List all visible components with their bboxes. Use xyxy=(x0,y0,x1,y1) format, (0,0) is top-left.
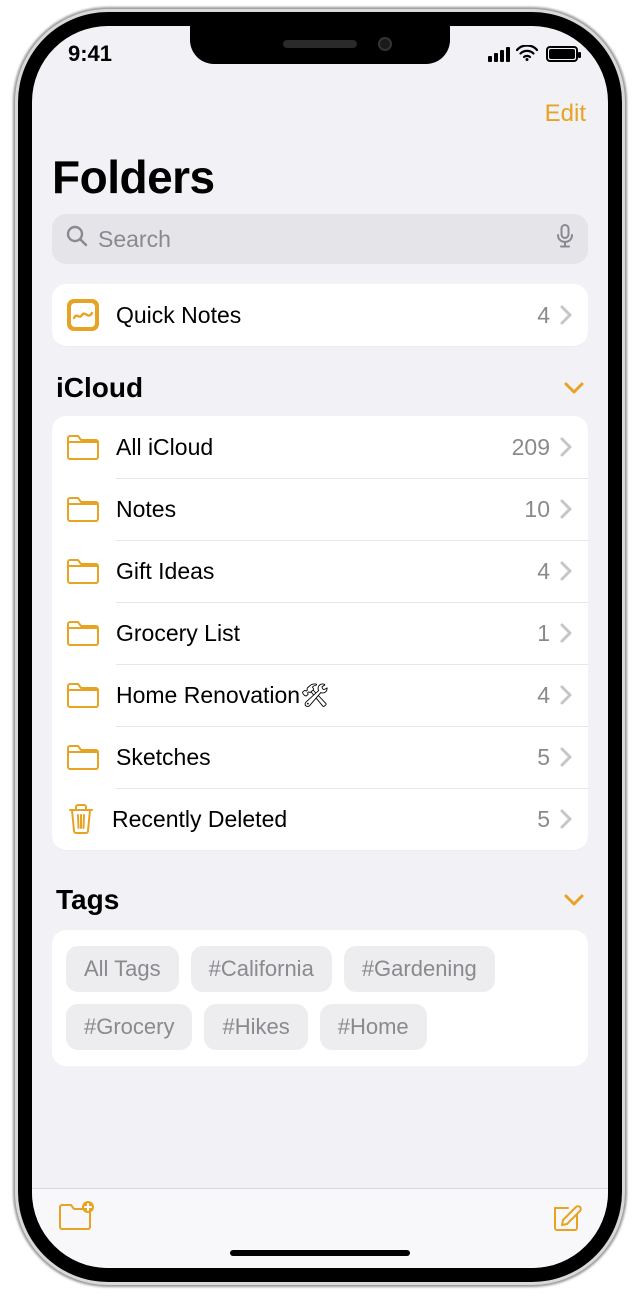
quick-notes-icon xyxy=(66,298,100,332)
compose-button[interactable] xyxy=(550,1201,582,1238)
folder-row[interactable]: Recently Deleted5 xyxy=(52,788,588,850)
chevron-down-icon xyxy=(564,893,584,907)
bottom-toolbar xyxy=(32,1188,608,1268)
chevron-right-icon xyxy=(560,685,572,705)
folder-icon xyxy=(66,433,100,461)
section-header-icloud[interactable]: iCloud xyxy=(52,372,588,404)
battery-icon xyxy=(546,46,578,62)
front-camera xyxy=(378,37,392,51)
quick-notes-label: Quick Notes xyxy=(116,302,537,329)
chevron-right-icon xyxy=(560,623,572,643)
folder-icon xyxy=(66,495,100,523)
tag-chip[interactable]: All Tags xyxy=(66,946,179,992)
quick-notes-count: 4 xyxy=(537,302,550,329)
folder-label: Notes xyxy=(116,496,524,523)
folder-row[interactable]: Grocery List1 xyxy=(52,602,588,664)
folder-row[interactable]: Gift Ideas4 xyxy=(52,540,588,602)
edit-button[interactable]: Edit xyxy=(545,100,586,128)
status-right xyxy=(488,41,578,67)
icloud-folder-list: All iCloud209Notes10Gift Ideas4Grocery L… xyxy=(52,416,588,850)
earpiece-speaker xyxy=(283,40,357,48)
folder-count: 10 xyxy=(524,496,550,523)
status-time: 9:41 xyxy=(68,41,112,67)
folder-label: Home Renovation🛠 xyxy=(116,682,537,709)
tag-chip[interactable]: #Home xyxy=(320,1004,427,1050)
chevron-right-icon xyxy=(560,561,572,581)
device-frame: 9:41 Edit Folders xyxy=(18,12,622,1282)
chevron-right-icon xyxy=(560,437,572,457)
wifi-icon xyxy=(516,41,538,67)
folder-icon xyxy=(66,619,100,647)
folder-label: Sketches xyxy=(116,744,537,771)
screen: 9:41 Edit Folders xyxy=(32,26,608,1268)
tag-chip[interactable]: #Hikes xyxy=(204,1004,307,1050)
page-title: Folders xyxy=(52,150,588,204)
tag-chip[interactable]: #California xyxy=(191,946,332,992)
home-indicator[interactable] xyxy=(230,1250,410,1256)
chevron-down-icon xyxy=(564,381,584,395)
folder-count: 209 xyxy=(512,434,550,461)
folder-count: 5 xyxy=(537,806,550,833)
tag-chip[interactable]: #Grocery xyxy=(66,1004,192,1050)
folder-row[interactable]: Notes10 xyxy=(52,478,588,540)
section-title-tags: Tags xyxy=(56,884,119,916)
section-header-tags[interactable]: Tags xyxy=(52,884,588,916)
folder-icon xyxy=(66,557,100,585)
folder-label: All iCloud xyxy=(116,434,512,461)
search-field[interactable] xyxy=(52,214,588,264)
chevron-right-icon xyxy=(560,305,572,325)
folder-icon xyxy=(66,681,100,709)
notch xyxy=(190,26,450,64)
section-title-icloud: iCloud xyxy=(56,372,143,404)
folder-count: 1 xyxy=(537,620,550,647)
folder-row[interactable]: Sketches5 xyxy=(52,726,588,788)
search-input[interactable] xyxy=(98,226,546,253)
folder-count: 5 xyxy=(537,744,550,771)
tag-chip[interactable]: #Gardening xyxy=(344,946,495,992)
quick-notes-card: Quick Notes 4 xyxy=(52,284,588,346)
folder-row[interactable]: All iCloud209 xyxy=(52,416,588,478)
folder-row[interactable]: Home Renovation🛠4 xyxy=(52,664,588,726)
cellular-signal-icon xyxy=(488,46,510,62)
quick-notes-row[interactable]: Quick Notes 4 xyxy=(52,284,588,346)
tags-list: All Tags #California #Gardening #Grocery #Hi… xyxy=(52,930,588,1066)
chevron-right-icon xyxy=(560,747,572,767)
trash-icon xyxy=(66,803,96,835)
content-scroll[interactable]: Edit Folders Quick Notes xyxy=(32,82,608,1188)
folder-label: Recently Deleted xyxy=(112,806,537,833)
folder-count: 4 xyxy=(537,682,550,709)
chevron-right-icon xyxy=(560,809,572,829)
new-folder-button[interactable] xyxy=(58,1201,94,1236)
dictate-icon[interactable] xyxy=(556,224,574,254)
folder-label: Grocery List xyxy=(116,620,537,647)
folder-icon xyxy=(66,743,100,771)
search-icon xyxy=(66,225,88,253)
folder-count: 4 xyxy=(537,558,550,585)
chevron-right-icon xyxy=(560,499,572,519)
folder-label: Gift Ideas xyxy=(116,558,537,585)
